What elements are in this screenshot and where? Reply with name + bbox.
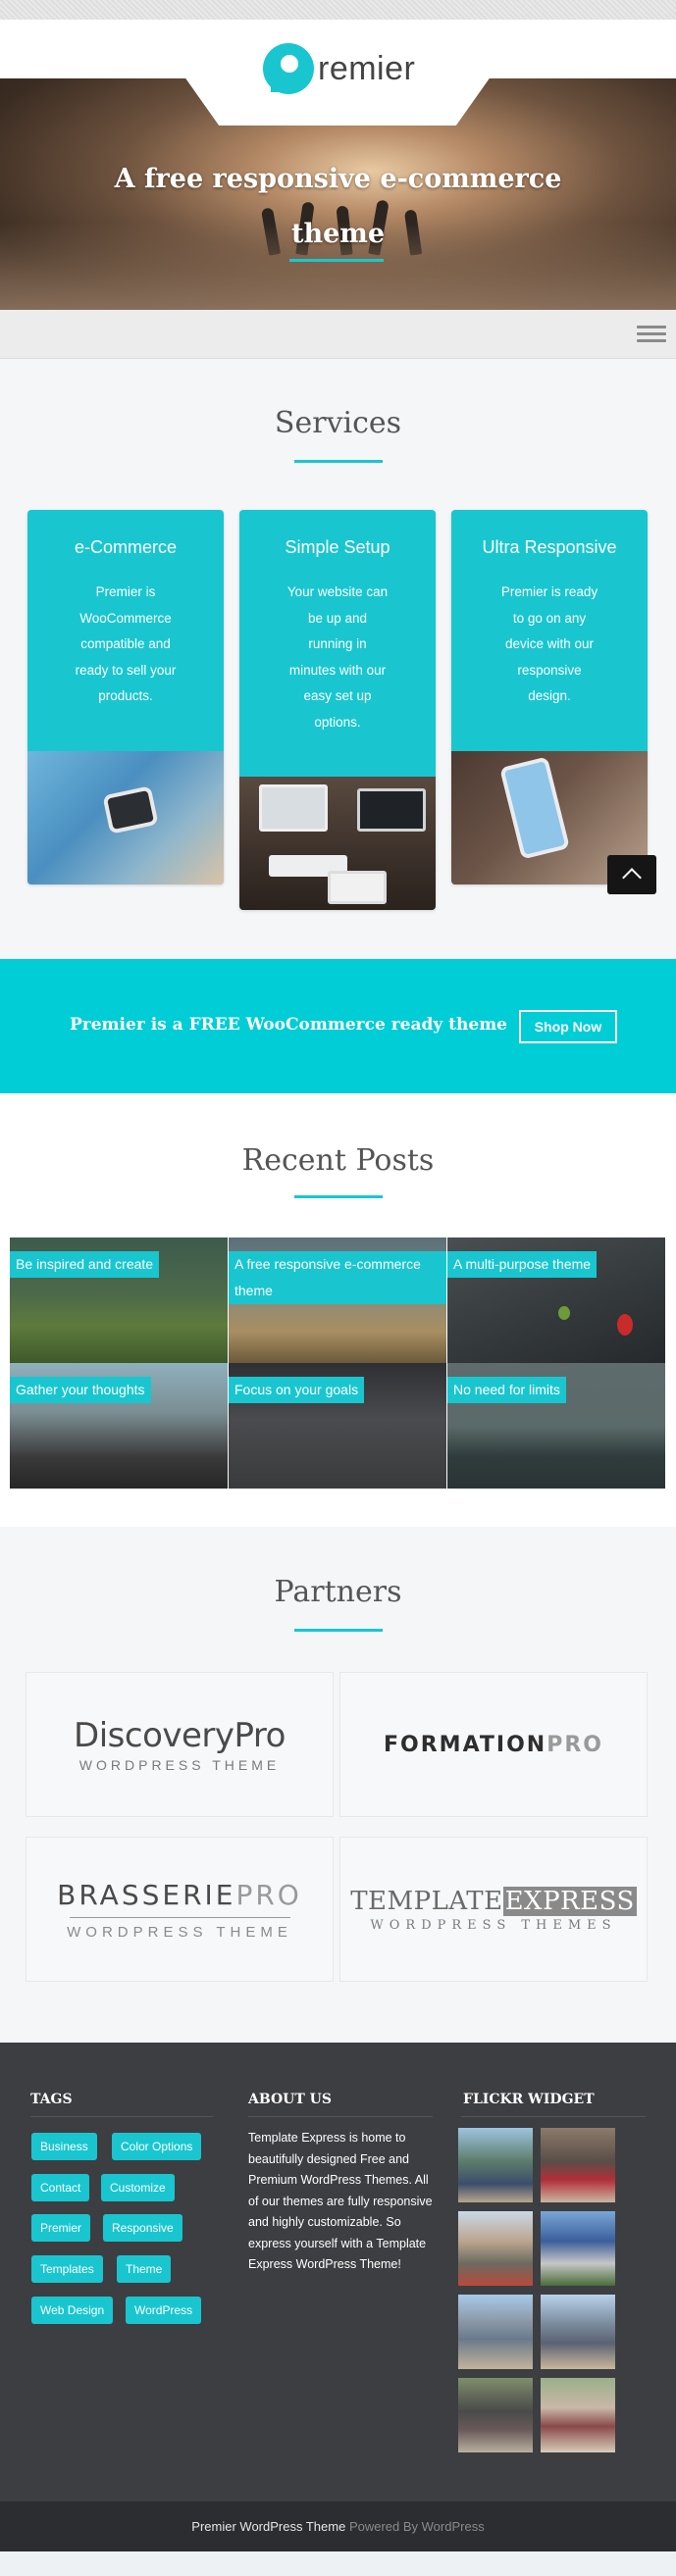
post-title[interactable]: Focus on your goals — [229, 1377, 365, 1403]
tags-title: TAGS — [30, 2092, 73, 2107]
chevron-up-icon[interactable] — [607, 855, 656, 894]
partners-title-underline — [294, 1629, 383, 1632]
cta-banner: Premier is a FREE WooCommerce ready them… — [0, 959, 676, 1093]
post-title[interactable]: No need for limits — [447, 1377, 566, 1403]
tag-templates[interactable]: Templates — [31, 2255, 103, 2283]
flickr-thumbnail[interactable] — [541, 2295, 615, 2369]
service-title: e-Commerce — [74, 537, 178, 557]
copyright-bar: Premier WordPress Theme Powered By WordP… — [0, 2501, 676, 2551]
post-tile[interactable]: Gather your thoughts — [10, 1363, 228, 1489]
post-title[interactable]: A multi-purpose theme — [447, 1251, 598, 1278]
service-card-ultra-responsive[interactable]: Ultra Responsive Premier is ready to go … — [451, 510, 648, 884]
flickr-thumbnail[interactable] — [458, 2128, 533, 2202]
post-title[interactable]: A free responsive e-commerce theme — [229, 1251, 446, 1304]
about-title: ABOUT US — [248, 2092, 332, 2107]
shop-now-button[interactable]: Shop Now — [519, 1010, 617, 1043]
service-title: Ultra Responsive — [482, 537, 617, 557]
tag-theme[interactable]: Theme — [117, 2255, 172, 2283]
hero-title-line-2: theme — [290, 219, 386, 249]
post-title[interactable]: Be inspired and create — [10, 1251, 160, 1278]
hero-title: A free responsive e-commerce theme — [0, 152, 676, 262]
tag-wordpress[interactable]: WordPress — [126, 2297, 202, 2324]
hero-underline — [289, 259, 384, 262]
partner-logo-brasseriepro[interactable]: BRASSERIEPRO WORDPRESS THEME — [26, 1837, 334, 1982]
post-tile[interactable]: Be inspired and create — [10, 1237, 228, 1363]
flickr-thumbnail[interactable] — [541, 2211, 615, 2286]
page-bottom-strip — [0, 2551, 676, 2576]
hamburger-icon[interactable] — [637, 326, 666, 343]
post-title[interactable]: Gather your thoughts — [10, 1377, 151, 1403]
flickr-thumbnail[interactable] — [458, 2378, 533, 2452]
flickr-thumbnail[interactable] — [458, 2211, 533, 2286]
about-text: Template Express is home to beautifully … — [248, 2131, 433, 2271]
top-strip — [0, 0, 676, 20]
partner-logo-templateexpress[interactable]: TEMPLATEEXPRESS WORDPRESS THEMES — [339, 1837, 648, 1982]
partner-logo-discoverypro[interactable]: DiscoveryPro WORDPRESS THEME — [26, 1672, 334, 1817]
powered-by-link[interactable]: Powered By WordPress — [349, 2519, 485, 2534]
flickr-thumbnail[interactable] — [541, 2378, 615, 2452]
partners-title: Partners — [274, 1575, 402, 1609]
cta-text: Premier is a FREE WooCommerce ready them… — [70, 1015, 507, 1035]
service-description: Your website can be up and running in mi… — [286, 584, 389, 730]
service-card-ecommerce[interactable]: e-Commerce Premier is WooCommerce compat… — [27, 510, 224, 884]
service-title: Simple Setup — [285, 537, 390, 557]
services-title-underline — [294, 460, 383, 463]
tag-customize[interactable]: Customize — [101, 2174, 175, 2201]
flickr-title: FLICKR WIDGET — [463, 2092, 595, 2107]
logo-text: remier — [318, 49, 416, 87]
flickr-thumbnail[interactable] — [541, 2128, 615, 2202]
tag-color-options[interactable]: Color Options — [112, 2133, 202, 2160]
services-title: Services — [274, 406, 402, 440]
tag-responsive[interactable]: Responsive — [103, 2214, 182, 2242]
recent-posts-title: Recent Posts — [241, 1143, 435, 1178]
service-description: Premier is ready to go on any device wit… — [500, 584, 598, 703]
partner-logo-formationpro[interactable]: FORMATIONPRO — [339, 1672, 648, 1817]
devices-image — [239, 777, 436, 910]
post-tile[interactable]: A multi-purpose theme — [447, 1237, 665, 1363]
service-card-simple-setup[interactable]: Simple Setup Your website can be up and … — [239, 510, 436, 910]
post-tile[interactable]: A free responsive e-commerce theme — [229, 1237, 446, 1363]
premier-p-logo-icon — [263, 43, 314, 94]
site-logo[interactable]: remier — [263, 39, 415, 98]
tag-business[interactable]: Business — [31, 2133, 97, 2160]
recent-posts-title-underline — [294, 1195, 383, 1198]
service-description: Premier is WooCommerce compatible and re… — [75, 584, 177, 703]
post-tile[interactable]: Focus on your goals — [229, 1363, 446, 1489]
nav-bar — [0, 310, 676, 359]
post-tile[interactable]: No need for limits — [447, 1363, 665, 1489]
theme-credit-link[interactable]: Premier WordPress Theme — [191, 2519, 345, 2534]
smartwatch-image — [27, 751, 224, 884]
flickr-thumbnail[interactable] — [458, 2295, 533, 2369]
tag-web-design[interactable]: Web Design — [31, 2297, 114, 2324]
tag-contact[interactable]: Contact — [31, 2174, 90, 2201]
tag-premier[interactable]: Premier — [31, 2214, 91, 2242]
hero-title-line-1: A free responsive e-commerce — [114, 164, 562, 194]
